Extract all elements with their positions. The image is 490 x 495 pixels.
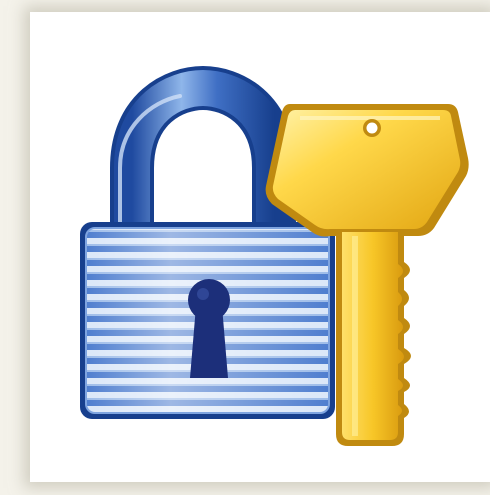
security-illustration [80,65,469,446]
keyhole-icon [188,279,230,378]
image-frame [0,0,490,495]
